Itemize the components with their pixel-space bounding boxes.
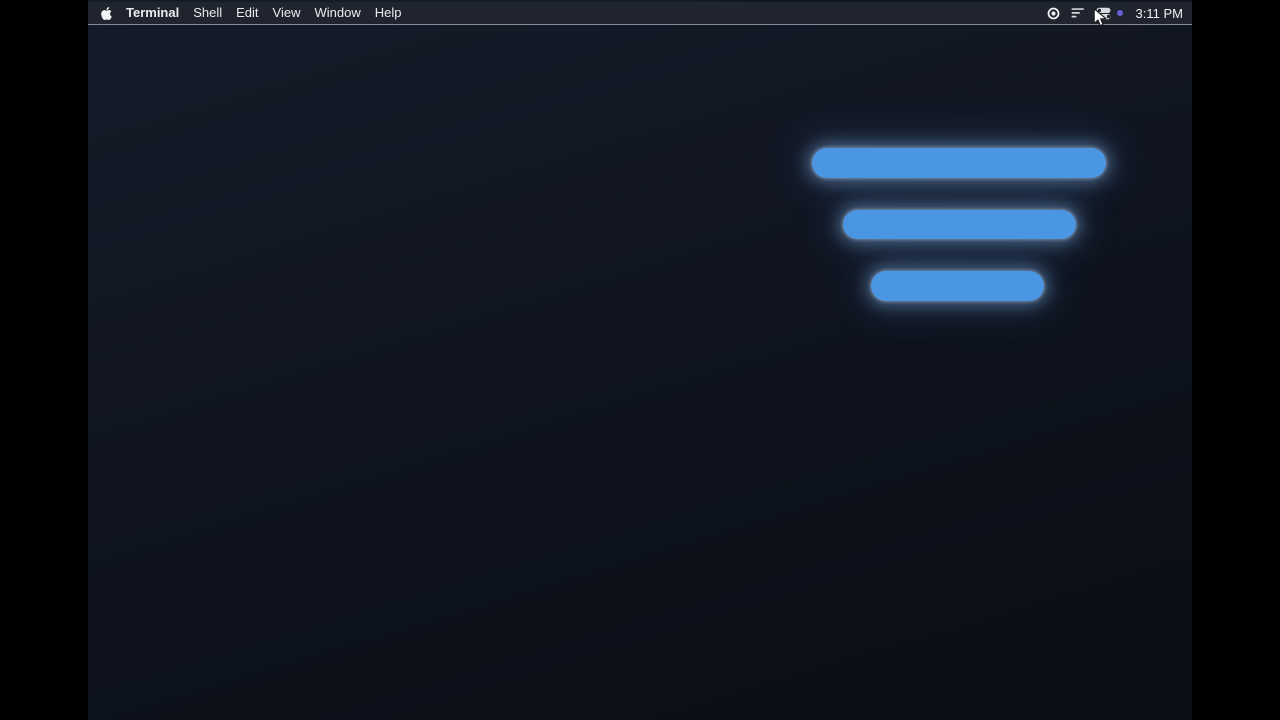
logo-bar-bottom [871,271,1044,301]
screen-recording-indicator-icon[interactable] [1047,7,1060,20]
logo-bar-top [812,148,1106,178]
mouse-cursor-icon [1093,8,1111,28]
menu-shell[interactable]: Shell [193,2,222,24]
status-dot [1117,10,1123,16]
menu-bar-left: Terminal Shell Edit View Window Help [100,2,402,24]
menu-bar: Terminal Shell Edit View Window Help [88,2,1192,25]
menu-window[interactable]: Window [315,2,361,24]
menu-bar-status: 3:11 PM [1047,2,1183,24]
letterbox-frame: Terminal Shell Edit View Window Help [0,0,1280,720]
menu-edit[interactable]: Edit [236,2,258,24]
menu-bar-clock[interactable]: 3:11 PM [1136,6,1183,21]
desktop-screen: Terminal Shell Edit View Window Help [88,0,1192,720]
logo-bar-middle [843,210,1076,239]
menu-view[interactable]: View [273,2,301,24]
menu-help[interactable]: Help [375,2,402,24]
menu-app-terminal[interactable]: Terminal [126,2,179,24]
list-lines-icon[interactable] [1071,7,1085,19]
apple-logo-icon [100,6,113,21]
apple-menu[interactable] [100,6,113,21]
